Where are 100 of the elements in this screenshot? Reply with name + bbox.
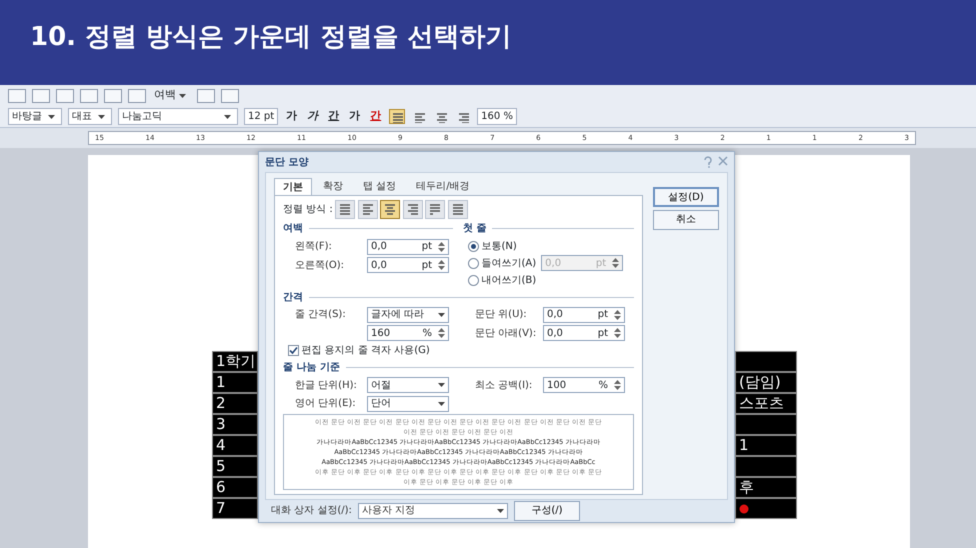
number-field[interactable]: 0,0 pt: [543, 325, 625, 341]
align-icon: [450, 202, 465, 218]
caret-icon: [98, 114, 105, 118]
align-option[interactable]: [335, 200, 356, 219]
font-dropdown[interactable]: 나눔고딕: [118, 108, 238, 125]
radio-label: 들여쓰기(A): [482, 256, 536, 270]
field-label: 한글 단위(H):: [294, 378, 358, 392]
caret-icon: [179, 94, 186, 98]
dialog-tab[interactable]: 기본: [274, 178, 312, 196]
spin-arrows-icon: [437, 259, 446, 271]
dialog-button[interactable]: 취소: [653, 210, 719, 230]
dialog-tab[interactable]: 테두리/배경: [407, 177, 479, 195]
table-cell: [736, 352, 796, 371]
spin-arrows-icon: [613, 327, 622, 339]
spin-arrows-icon: [437, 327, 446, 339]
dialog-tab[interactable]: 확장: [314, 177, 352, 195]
align-option[interactable]: [402, 200, 423, 219]
number-field[interactable]: 100 %: [543, 377, 625, 393]
caret-icon: [496, 508, 504, 512]
dialog-button[interactable]: 구성(/): [514, 500, 580, 520]
align-button[interactable]: [389, 109, 406, 124]
table-cell: 1: [736, 436, 796, 455]
dialog-tab[interactable]: 탭 설정: [354, 177, 406, 195]
field-label: 왼쪽(F):: [294, 240, 333, 254]
align-icon: [428, 202, 442, 218]
caret-icon: [224, 114, 231, 118]
table-cell: 5: [213, 457, 257, 476]
toolbar-icon[interactable]: [8, 88, 26, 102]
toolbar-icon[interactable]: [128, 88, 146, 102]
table-cell: 1: [213, 373, 257, 392]
align-icon: [360, 202, 375, 218]
align-icon: [338, 202, 352, 218]
align-icon: [413, 110, 426, 122]
table-cell: [736, 415, 796, 434]
table-cell: 스포츠: [736, 394, 796, 413]
margin-menu[interactable]: 여백: [152, 87, 191, 104]
dialog-button[interactable]: 설정(D): [653, 187, 719, 207]
toolbar-icon[interactable]: [104, 88, 122, 102]
radio-label: 내어쓰기(B): [482, 274, 536, 288]
size-field[interactable]: 12 pt: [244, 108, 278, 125]
table-cell: 6: [213, 478, 257, 497]
align-icon: [457, 110, 470, 122]
align-option[interactable]: [448, 200, 468, 219]
help-icon: [703, 156, 713, 168]
line-spacing-field[interactable]: 160 %: [477, 108, 517, 125]
align-option[interactable]: [358, 200, 378, 219]
dropdown-field[interactable]: 사용자 지정: [358, 502, 508, 518]
check-icon: [289, 346, 298, 355]
toolbar-icon[interactable]: [32, 88, 50, 102]
caret-icon: [438, 383, 445, 387]
format-button[interactable]: 가: [347, 108, 362, 125]
format-button[interactable]: 간: [368, 108, 384, 125]
table-cell: 1학기: [213, 352, 257, 371]
dialog-title: 문단 모양: [265, 156, 308, 170]
align-icon: [435, 110, 448, 122]
section-title: 첫 줄: [463, 221, 634, 236]
style-dropdown[interactable]: 바탕글: [8, 108, 62, 125]
checkbox-label: 편집 용지의 줄 격자 사용(G): [302, 344, 430, 358]
number-field[interactable]: 0,0 pt: [367, 238, 449, 254]
dropdown-field[interactable]: 글자에 따라: [367, 306, 449, 322]
align-icon: [406, 202, 420, 218]
toolbar-icon[interactable]: [197, 88, 215, 102]
toolbar-icon[interactable]: [56, 88, 74, 102]
radio-label: 보통(N): [482, 240, 517, 254]
toolbar-icon[interactable]: [80, 88, 98, 102]
spin-arrows-icon: [437, 240, 446, 252]
align-icon: [383, 202, 398, 218]
spin-arrows-icon: [613, 379, 622, 391]
align-label: 정렬 방식 :: [283, 203, 333, 217]
table-cell: 7: [213, 499, 257, 518]
table-cell: 3: [213, 415, 257, 434]
format-button[interactable]: 가: [284, 108, 300, 125]
field-label: 대화 상자 설정(/):: [271, 504, 352, 518]
slide-title: 10. 정렬 방식은 가운데 정렬을 선택하기: [30, 22, 512, 54]
caret-icon: [438, 312, 445, 316]
format-button[interactable]: 가: [305, 108, 320, 125]
align-option[interactable]: [380, 200, 400, 219]
checkbox[interactable]: [288, 345, 299, 356]
field-label: 최소 공백(I):: [474, 378, 534, 392]
field-label: 문단 위(U):: [474, 308, 528, 322]
toolbar-icon[interactable]: [221, 88, 239, 102]
section-title: 간격: [283, 290, 634, 304]
close-icon: [718, 156, 728, 166]
field-label: 줄 간격(S):: [294, 308, 347, 322]
field-label: 오른쪽(O):: [294, 258, 346, 272]
table-cell: (담임): [736, 373, 796, 392]
language-dropdown[interactable]: 대표: [68, 108, 112, 125]
field-label: 문단 아래(V):: [474, 326, 538, 340]
number-field[interactable]: 0,0 pt: [367, 257, 449, 273]
align-icon: [391, 110, 404, 122]
dropdown-field[interactable]: 단어: [367, 396, 449, 412]
field-label: 영어 단위(E):: [294, 397, 357, 411]
section-title: 줄 나눔 기준: [283, 360, 634, 375]
number-field[interactable]: 0,0 pt: [543, 306, 625, 322]
number-field[interactable]: 160 %: [367, 325, 449, 341]
dropdown-field[interactable]: 어절: [367, 377, 449, 393]
format-button[interactable]: 간: [326, 108, 342, 125]
align-option[interactable]: [425, 200, 446, 219]
caret-icon: [438, 402, 445, 406]
table-cell: 후: [736, 478, 796, 497]
